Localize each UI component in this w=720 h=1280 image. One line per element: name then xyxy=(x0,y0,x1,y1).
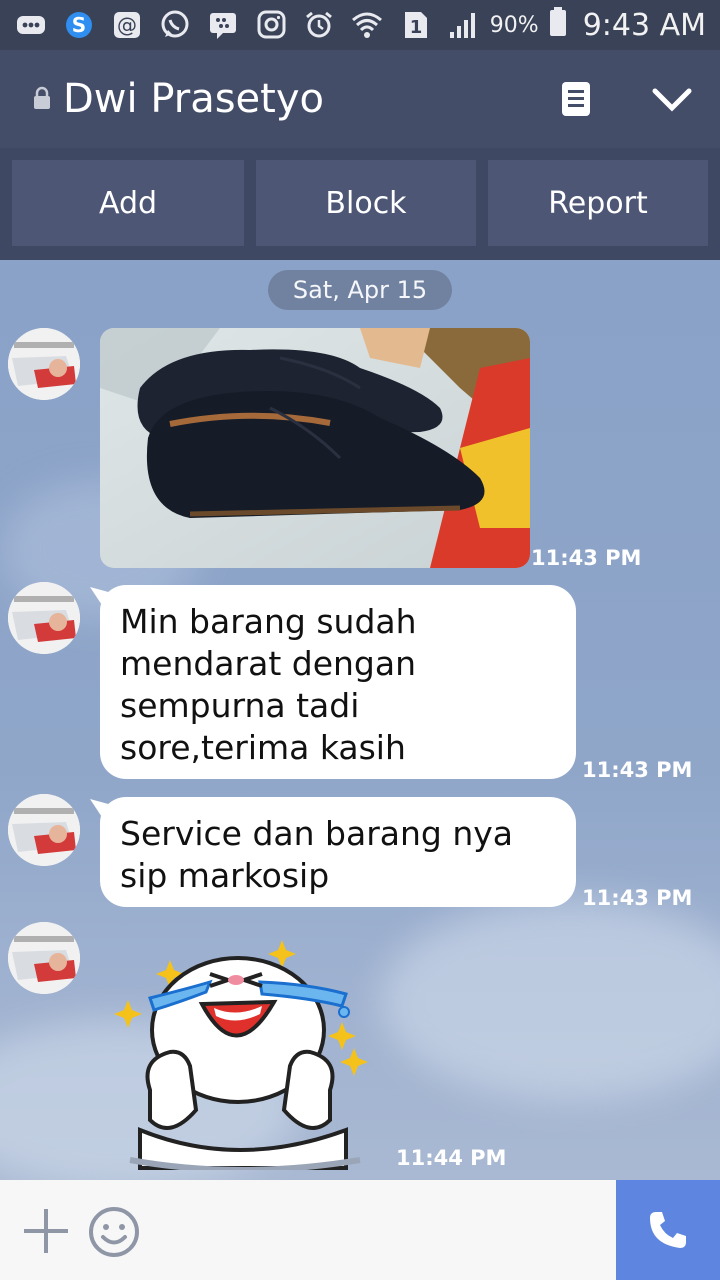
svg-text:@: @ xyxy=(117,13,137,37)
bbm-icon xyxy=(206,10,240,40)
message-bubble[interactable]: Min barang sudah mendarat dengan sempurn… xyxy=(100,585,576,779)
notes-icon[interactable] xyxy=(558,80,594,118)
battery-percent: 90% xyxy=(489,12,539,38)
notification-icons: S @ 1 xyxy=(14,8,480,42)
chat-area[interactable]: Sat, Apr 15 11:43 PM Min barang sudah me… xyxy=(0,260,720,1180)
avatar[interactable] xyxy=(8,582,80,654)
call-button[interactable] xyxy=(616,1180,720,1280)
shoe-photo[interactable] xyxy=(100,328,530,568)
whatsapp-icon xyxy=(158,10,192,40)
input-bar xyxy=(0,1180,720,1280)
sim-label: 1 xyxy=(410,17,423,38)
signal-icon xyxy=(446,10,480,40)
emoji-icon[interactable] xyxy=(88,1206,140,1258)
date-separator: Sat, Apr 15 xyxy=(268,270,452,310)
background-cloud xyxy=(380,900,720,1100)
sim-icon: 1 xyxy=(398,10,432,40)
crying-laughing-sticker[interactable] xyxy=(110,940,370,1170)
svg-text:S: S xyxy=(72,13,86,37)
block-button[interactable]: Block xyxy=(256,160,476,246)
chat-header: Dwi Prasetyo xyxy=(0,50,720,148)
action-bar: Add Block Report xyxy=(0,148,720,260)
avatar[interactable] xyxy=(8,794,80,866)
avatar[interactable] xyxy=(8,922,80,994)
avatar[interactable] xyxy=(8,328,80,400)
phone-icon xyxy=(650,1212,686,1248)
battery-icon xyxy=(549,6,567,44)
message-time: 11:43 PM xyxy=(582,758,693,782)
chevron-down-icon[interactable] xyxy=(650,82,694,118)
message-time: 11:44 PM xyxy=(396,1146,507,1170)
status-bar: S @ 1 90% 9:43 AM xyxy=(0,0,720,50)
wifi-icon xyxy=(350,10,384,40)
status-right: 90% 9:43 AM xyxy=(489,6,706,44)
report-button[interactable]: Report xyxy=(488,160,708,246)
instagram-icon xyxy=(254,10,288,40)
add-button[interactable]: Add xyxy=(12,160,244,246)
message-time: 11:43 PM xyxy=(531,546,642,570)
more-icon xyxy=(14,10,48,40)
at-icon: @ xyxy=(110,10,144,40)
message-time: 11:43 PM xyxy=(582,886,693,910)
lock-icon xyxy=(34,86,50,109)
plus-icon[interactable] xyxy=(22,1207,70,1255)
contact-name: Dwi Prasetyo xyxy=(63,76,324,122)
message-bubble[interactable]: Service dan barang nya sip markosip xyxy=(100,797,576,907)
clock: 9:43 AM xyxy=(582,7,706,43)
alarm-icon xyxy=(302,10,336,40)
skype-icon: S xyxy=(62,10,96,40)
